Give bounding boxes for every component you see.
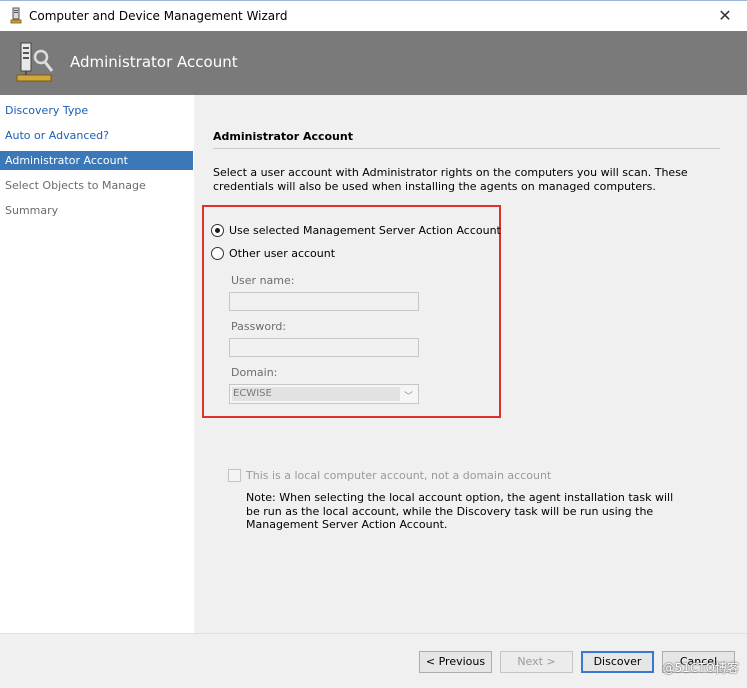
section-divider <box>213 148 720 149</box>
wizard-app-icon <box>10 7 22 24</box>
radio-other-account-label[interactable]: Other user account <box>229 247 335 260</box>
domain-select: ECWISE ﹀ <box>229 384 419 404</box>
local-account-check-label: This is a local computer account, not a … <box>246 469 552 482</box>
nav-item-discovery-type[interactable]: Discovery Type <box>0 101 193 120</box>
nav-item-select-objects: Select Objects to Manage <box>5 179 146 192</box>
radio-other-account[interactable] <box>211 246 224 260</box>
wizard-server-icon <box>16 42 54 82</box>
nav-item-auto-or-advanced[interactable]: Auto or Advanced? <box>0 126 193 145</box>
window-title: Computer and Device Management Wizard <box>29 9 288 23</box>
domain-label: Domain: <box>231 366 278 379</box>
domain-select-value: ECWISE <box>232 387 400 401</box>
watermark-text: @51CTO博客 <box>662 661 739 675</box>
radio-action-account-label[interactable]: Use selected Management Server Action Ac… <box>229 224 501 237</box>
radio-action-account-row[interactable]: Use selected Management Server Action Ac… <box>211 222 501 238</box>
local-account-note: Note: When selecting the local account o… <box>246 491 674 531</box>
radio-other-account-row[interactable]: Other user account <box>211 245 335 261</box>
section-description: Select a user account with Administrator… <box>213 166 688 193</box>
username-label: User name: <box>231 274 295 287</box>
radio-action-account[interactable] <box>211 223 224 237</box>
previous-button[interactable]: < Previous <box>419 651 492 673</box>
nav-item-administrator-account[interactable]: Administrator Account <box>0 151 193 170</box>
chevron-down-icon: ﹀ <box>403 392 413 402</box>
wizard-content-panel: Administrator Account Select a user acco… <box>194 95 747 633</box>
local-account-check-row: This is a local computer account, not a … <box>228 469 551 482</box>
nav-item-summary: Summary <box>5 204 59 217</box>
username-input <box>229 292 419 311</box>
wizard-button-bar: < Previous Next > Discover Cancel @51CTO… <box>0 633 747 688</box>
next-button: Next > <box>500 651 573 673</box>
page-title: Administrator Account <box>70 53 238 71</box>
password-label: Password: <box>231 320 287 333</box>
wizard-step-nav: Discovery Type Auto or Advanced? Adminis… <box>0 95 194 633</box>
title-bar: Computer and Device Management Wizard ✕ <box>0 0 747 31</box>
close-icon[interactable]: ✕ <box>715 6 735 26</box>
password-input <box>229 338 419 357</box>
discover-button[interactable]: Discover <box>581 651 654 673</box>
wizard-header-banner: Administrator Account <box>0 31 747 95</box>
section-title: Administrator Account <box>213 130 353 143</box>
local-account-checkbox <box>228 469 241 482</box>
